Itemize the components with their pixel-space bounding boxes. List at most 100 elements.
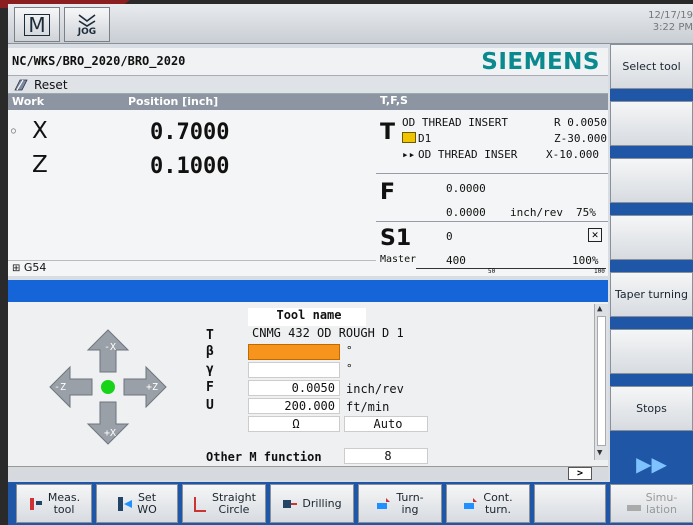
turning-label: Turn-ing xyxy=(396,490,424,516)
tool-name-header: Tool name xyxy=(248,308,366,326)
jog-label: JOG xyxy=(77,26,97,37)
scroll-thumb[interactable] xyxy=(597,316,606,446)
label-beta: β xyxy=(206,344,214,359)
drilling-label: Drilling xyxy=(302,496,342,510)
spindle-letter: S1 xyxy=(380,226,412,251)
next-page-softkey[interactable]: ▶▶ xyxy=(610,441,693,486)
axis-x-value: 0.7000 xyxy=(150,120,230,145)
spindle-stop-icon: ✕ xyxy=(588,228,602,242)
axis-z-name: Z xyxy=(32,152,48,178)
other-m-input[interactable]: 8 xyxy=(344,448,428,464)
jog-icon xyxy=(78,13,96,27)
feed-actual: 0.0000 xyxy=(446,182,486,195)
taper-turning-softkey[interactable]: Taper turning xyxy=(610,272,693,317)
softkey-v2[interactable] xyxy=(610,101,693,146)
label-gamma: γ xyxy=(206,362,214,377)
cont-turn-label: Cont. turn. xyxy=(483,490,513,516)
other-m-label: Other M function xyxy=(206,450,322,464)
meas-tool-icon xyxy=(29,497,42,510)
set-wo-icon xyxy=(118,496,133,511)
program-path: NC/WKS/BRO_2020/BRO_2020 xyxy=(12,54,186,68)
tool-value-field[interactable]: CNMG 432 OD ROUGH D 1 xyxy=(248,326,428,342)
joy-up-label: -X xyxy=(104,342,117,353)
softkey-v6[interactable] xyxy=(610,329,693,374)
program-path-row: NC/WKS/BRO_2020/BRO_2020 SIEMENS xyxy=(8,48,608,76)
gear-select-field[interactable]: Auto xyxy=(344,416,428,432)
vertical-scrollbar[interactable]: ▲ ▼ xyxy=(594,304,608,460)
drilling-icon xyxy=(283,499,298,508)
feed-pane: F 0.0000 0.0000 inch/rev 75% xyxy=(376,174,608,222)
beta-unit: ° xyxy=(346,344,353,357)
softkey-separator xyxy=(610,89,693,101)
drilling-softkey[interactable]: Drilling xyxy=(270,484,354,523)
horizontal-scrollbar[interactable]: > xyxy=(8,466,608,480)
softkey-separator xyxy=(610,374,693,386)
hmi-screen: M JOG 12/17/19 3:22 PM NC/WKS/BRO_2020/B… xyxy=(8,4,693,525)
joy-left-label: -Z xyxy=(54,382,67,393)
gamma-input[interactable] xyxy=(248,362,340,378)
cont-turn-softkey[interactable]: Cont. turn. xyxy=(446,484,530,523)
position-column-header: Position [inch] xyxy=(128,95,219,108)
date-time: 12/17/19 3:22 PM xyxy=(648,10,693,34)
work-column-header: Work xyxy=(12,95,45,108)
work-position-pane: ○ X 0.7000 Z 0.1000 xyxy=(8,110,376,260)
beta-input[interactable] xyxy=(248,344,340,360)
meas-tool-label: Meas. tool xyxy=(47,490,81,516)
straight-circle-label: Straight Circle xyxy=(212,490,256,516)
scale-mid-tick: 50 xyxy=(488,268,496,275)
stops-softkey[interactable]: Stops xyxy=(610,386,693,431)
axis-x-name: X xyxy=(32,118,48,144)
tfs-header: T,F,S xyxy=(376,94,608,110)
label-u: U xyxy=(206,398,214,413)
channel-status-row: Reset xyxy=(8,76,608,94)
simulation-icon xyxy=(626,504,641,511)
tool-edge-icon xyxy=(402,132,416,143)
feed-input-unit: inch/rev xyxy=(346,382,404,396)
work-position-header: Work Position [inch] xyxy=(8,94,376,110)
softkey-separator xyxy=(610,146,693,158)
reset-status-icon xyxy=(14,79,28,91)
time-text: 3:22 PM xyxy=(652,22,693,33)
scale-end-tick: 100 xyxy=(594,268,605,275)
spindle-programmed: 400 xyxy=(446,254,466,267)
mode-m-icon: M xyxy=(24,13,50,36)
tool-z-length: Z-30.000 xyxy=(554,132,607,145)
scroll-down-icon[interactable]: ▼ xyxy=(597,448,602,458)
softkey-v4[interactable] xyxy=(610,215,693,260)
spindle-actual: 0 xyxy=(446,230,453,243)
tool-d-number: D1 xyxy=(418,132,432,145)
select-tool-softkey[interactable]: Select tool xyxy=(610,44,693,89)
spindle-master-label: Master xyxy=(380,254,417,265)
softkey-separator xyxy=(610,317,693,329)
siemens-logo: SIEMENS xyxy=(481,49,600,75)
scroll-right-button[interactable]: > xyxy=(568,467,592,480)
straight-circle-icon xyxy=(194,496,207,512)
feed-letter: F xyxy=(380,180,396,205)
softkey-h7[interactable] xyxy=(534,484,606,523)
work-offset-text: G54 xyxy=(23,261,47,274)
feed-input[interactable]: 0.0050 xyxy=(248,380,340,396)
axis-z-value: 0.1000 xyxy=(150,154,230,179)
meas-tool-softkey[interactable]: Meas. tool xyxy=(16,484,92,523)
scroll-up-icon[interactable]: ▲ xyxy=(597,304,602,314)
simulation-label: Simu-lation xyxy=(645,490,678,516)
feed-override: 75% xyxy=(576,206,596,219)
set-wo-softkey[interactable]: Set WO xyxy=(96,484,178,523)
tool-letter: T xyxy=(380,120,396,145)
turning-softkey[interactable]: Turn-ing xyxy=(358,484,442,523)
cutting-speed-input[interactable]: 200.000 xyxy=(248,398,340,414)
softkey-v3[interactable] xyxy=(610,158,693,203)
straight-circle-softkey[interactable]: Straight Circle xyxy=(182,484,266,523)
tool-radius: R 0.0050 xyxy=(554,116,607,129)
tool-entry-panel: -X +X -Z +Z Tool name T CNMG 432 OD ROUG… xyxy=(8,302,608,466)
label-f: F xyxy=(206,380,214,395)
set-wo-label: Set WO xyxy=(137,490,157,516)
simulation-softkey[interactable]: Simu-lation xyxy=(610,484,693,523)
machine-mode-button[interactable]: M xyxy=(14,7,60,42)
work-offset-icon: ⊞ xyxy=(12,263,21,274)
softkey-separator xyxy=(610,260,693,272)
spindle-direction-field[interactable]: Ω xyxy=(248,416,340,432)
channel-status-text: Reset xyxy=(34,78,68,92)
work-offset-row: ⊞ G54 xyxy=(8,260,376,276)
jog-mode-button[interactable]: JOG xyxy=(64,7,110,42)
